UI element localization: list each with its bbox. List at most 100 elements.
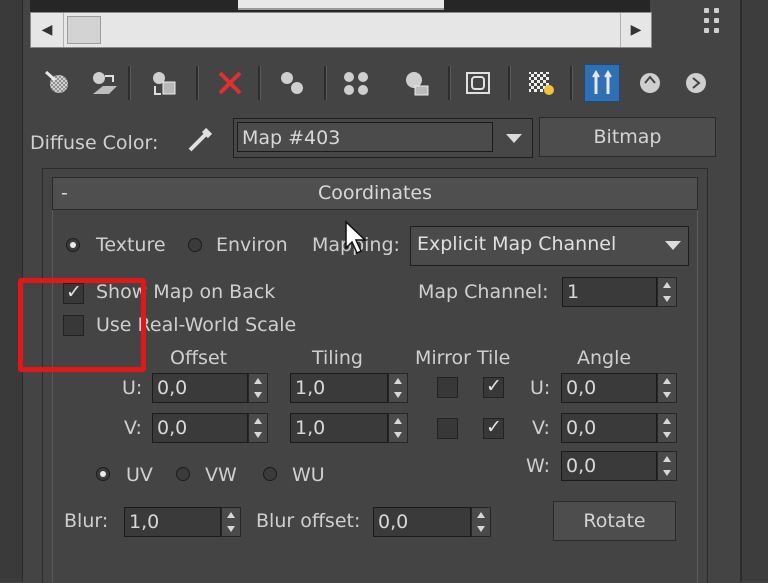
angle-w-field[interactable]: 0,0 bbox=[561, 451, 657, 481]
scroll-left-arrow-icon[interactable]: ◀ bbox=[31, 13, 64, 47]
vw-radio[interactable] bbox=[176, 467, 190, 481]
texture-radio[interactable] bbox=[66, 238, 80, 252]
angle-v-label: V: bbox=[532, 417, 550, 439]
chevron-down-icon[interactable] bbox=[506, 134, 522, 143]
offset-u-field[interactable]: 0,0 bbox=[152, 373, 248, 403]
toolbar-separator bbox=[258, 66, 261, 100]
wu-radio[interactable] bbox=[263, 467, 277, 481]
scrollbar-thumb[interactable] bbox=[67, 16, 101, 44]
tile-v-checkbox[interactable]: ✓ bbox=[483, 416, 504, 439]
environ-label: Environ bbox=[216, 234, 288, 256]
mouse-cursor-icon bbox=[344, 220, 368, 260]
mirror-v-checkbox[interactable] bbox=[437, 418, 458, 439]
blur-label: Blur: bbox=[64, 510, 109, 532]
chevron-down-icon[interactable] bbox=[665, 241, 681, 250]
toolbar-separator bbox=[128, 66, 131, 100]
collapse-icon[interactable]: - bbox=[61, 178, 68, 209]
go-forward-icon[interactable] bbox=[678, 64, 714, 102]
angle-u-label: U: bbox=[530, 377, 551, 399]
blur-offset-field[interactable]: 0,0 bbox=[373, 507, 471, 537]
bitmap-type-button[interactable]: Bitmap bbox=[539, 117, 716, 157]
put-to-library-icon[interactable] bbox=[398, 64, 434, 102]
spinner-arrows-icon[interactable] bbox=[248, 373, 268, 403]
angle-w-spinner[interactable]: 0,0 bbox=[561, 451, 677, 481]
toolbar-separator bbox=[448, 66, 451, 100]
show-map-icon[interactable] bbox=[522, 64, 558, 102]
selected-sample-slot[interactable] bbox=[238, 0, 444, 10]
angle-header: Angle bbox=[577, 347, 632, 369]
spinner-arrows-icon[interactable] bbox=[221, 507, 241, 537]
coordinates-rollout-header[interactable]: - Coordinates bbox=[52, 177, 698, 210]
angle-w-label: W: bbox=[526, 455, 551, 477]
spinner-arrows-icon[interactable] bbox=[388, 373, 408, 403]
grip-dots-icon[interactable] bbox=[700, 4, 724, 38]
mapping-dropdown[interactable]: Explicit Map Channel bbox=[410, 226, 689, 266]
tiling-v-spinner[interactable]: 1,0 bbox=[290, 413, 408, 443]
spinner-arrows-icon[interactable] bbox=[657, 413, 677, 443]
go-to-parent-icon[interactable] bbox=[632, 64, 668, 102]
eyedropper-icon[interactable] bbox=[184, 122, 218, 160]
offset-v-spinner[interactable]: 0,0 bbox=[152, 413, 268, 443]
blur-spinner[interactable]: 1,0 bbox=[124, 507, 241, 537]
spinner-arrows-icon[interactable] bbox=[657, 373, 677, 403]
spinner-arrows-icon[interactable] bbox=[657, 451, 677, 481]
toolbar-separator bbox=[570, 66, 573, 100]
blur-offset-spinner[interactable]: 0,0 bbox=[373, 507, 491, 537]
sample-slots-strip bbox=[30, 0, 650, 12]
mapping-value: Explicit Map Channel bbox=[417, 233, 617, 255]
scroll-right-arrow-icon[interactable]: ▶ bbox=[620, 13, 651, 47]
mirror-u-checkbox[interactable] bbox=[437, 377, 458, 398]
spinner-arrows-icon[interactable] bbox=[248, 413, 268, 443]
angle-u-field[interactable]: 0,0 bbox=[561, 373, 657, 403]
angle-v-spinner[interactable]: 0,0 bbox=[561, 413, 677, 443]
blur-field[interactable]: 1,0 bbox=[124, 507, 221, 537]
delete-icon[interactable] bbox=[212, 64, 248, 102]
blur-offset-label: Blur offset: bbox=[256, 510, 361, 532]
tiling-u-spinner[interactable]: 1,0 bbox=[290, 373, 408, 403]
texture-label: Texture bbox=[96, 234, 166, 256]
map-name-dropdown[interactable]: Map #403 bbox=[233, 118, 533, 158]
angle-v-field[interactable]: 0,0 bbox=[561, 413, 657, 443]
spinner-arrows-icon[interactable] bbox=[388, 413, 408, 443]
uv-radio[interactable] bbox=[96, 467, 110, 481]
toolbar-separator bbox=[196, 66, 199, 100]
rotate-button[interactable]: Rotate bbox=[553, 501, 676, 541]
offset-v-field[interactable]: 0,0 bbox=[152, 413, 248, 443]
tiling-u-field[interactable]: 1,0 bbox=[290, 373, 388, 403]
wu-label: WU bbox=[292, 464, 325, 486]
environ-radio[interactable] bbox=[188, 238, 202, 252]
rollout-title: Coordinates bbox=[317, 182, 433, 204]
angle-u-spinner[interactable]: 0,0 bbox=[561, 373, 677, 403]
put-to-scene-icon[interactable] bbox=[86, 64, 122, 102]
map-name-field[interactable]: Map #403 bbox=[237, 122, 493, 152]
mirror-tile-header: Mirror Tile bbox=[415, 347, 511, 369]
make-copy-icon[interactable] bbox=[274, 64, 310, 102]
get-material-icon[interactable] bbox=[40, 64, 76, 102]
highlight-box bbox=[18, 278, 146, 372]
diffuse-color-label: Diffuse Color: bbox=[30, 132, 159, 154]
u-label: U: bbox=[122, 377, 143, 399]
toolbar-separator bbox=[508, 66, 511, 100]
assign-to-selection-icon[interactable] bbox=[146, 64, 182, 102]
uv-label: UV bbox=[126, 464, 153, 486]
material-id-channel-icon[interactable] bbox=[460, 64, 496, 102]
spinner-arrows-icon[interactable] bbox=[657, 277, 677, 307]
vw-label: VW bbox=[205, 464, 237, 486]
offset-header: Offset bbox=[170, 347, 228, 369]
map-channel-field[interactable]: 1 bbox=[562, 277, 657, 307]
checkmark-icon: ✓ bbox=[486, 416, 502, 438]
tiling-header: Tiling bbox=[312, 347, 363, 369]
sample-slots-scrollbar[interactable]: ◀ ▶ bbox=[30, 12, 652, 48]
spinner-arrows-icon[interactable] bbox=[471, 507, 491, 537]
tile-u-checkbox[interactable]: ✓ bbox=[483, 375, 504, 398]
map-channel-label: Map Channel: bbox=[418, 281, 549, 303]
v-label: V: bbox=[124, 417, 142, 439]
make-unique-icon[interactable] bbox=[338, 64, 374, 102]
right-frame bbox=[740, 0, 768, 582]
toolbar-separator bbox=[324, 66, 327, 100]
checkmark-icon: ✓ bbox=[486, 375, 502, 397]
tiling-v-field[interactable]: 1,0 bbox=[290, 413, 388, 443]
offset-u-spinner[interactable]: 0,0 bbox=[152, 373, 268, 403]
map-channel-spinner[interactable]: 1 bbox=[562, 277, 677, 307]
show-end-result-icon[interactable] bbox=[584, 64, 620, 102]
